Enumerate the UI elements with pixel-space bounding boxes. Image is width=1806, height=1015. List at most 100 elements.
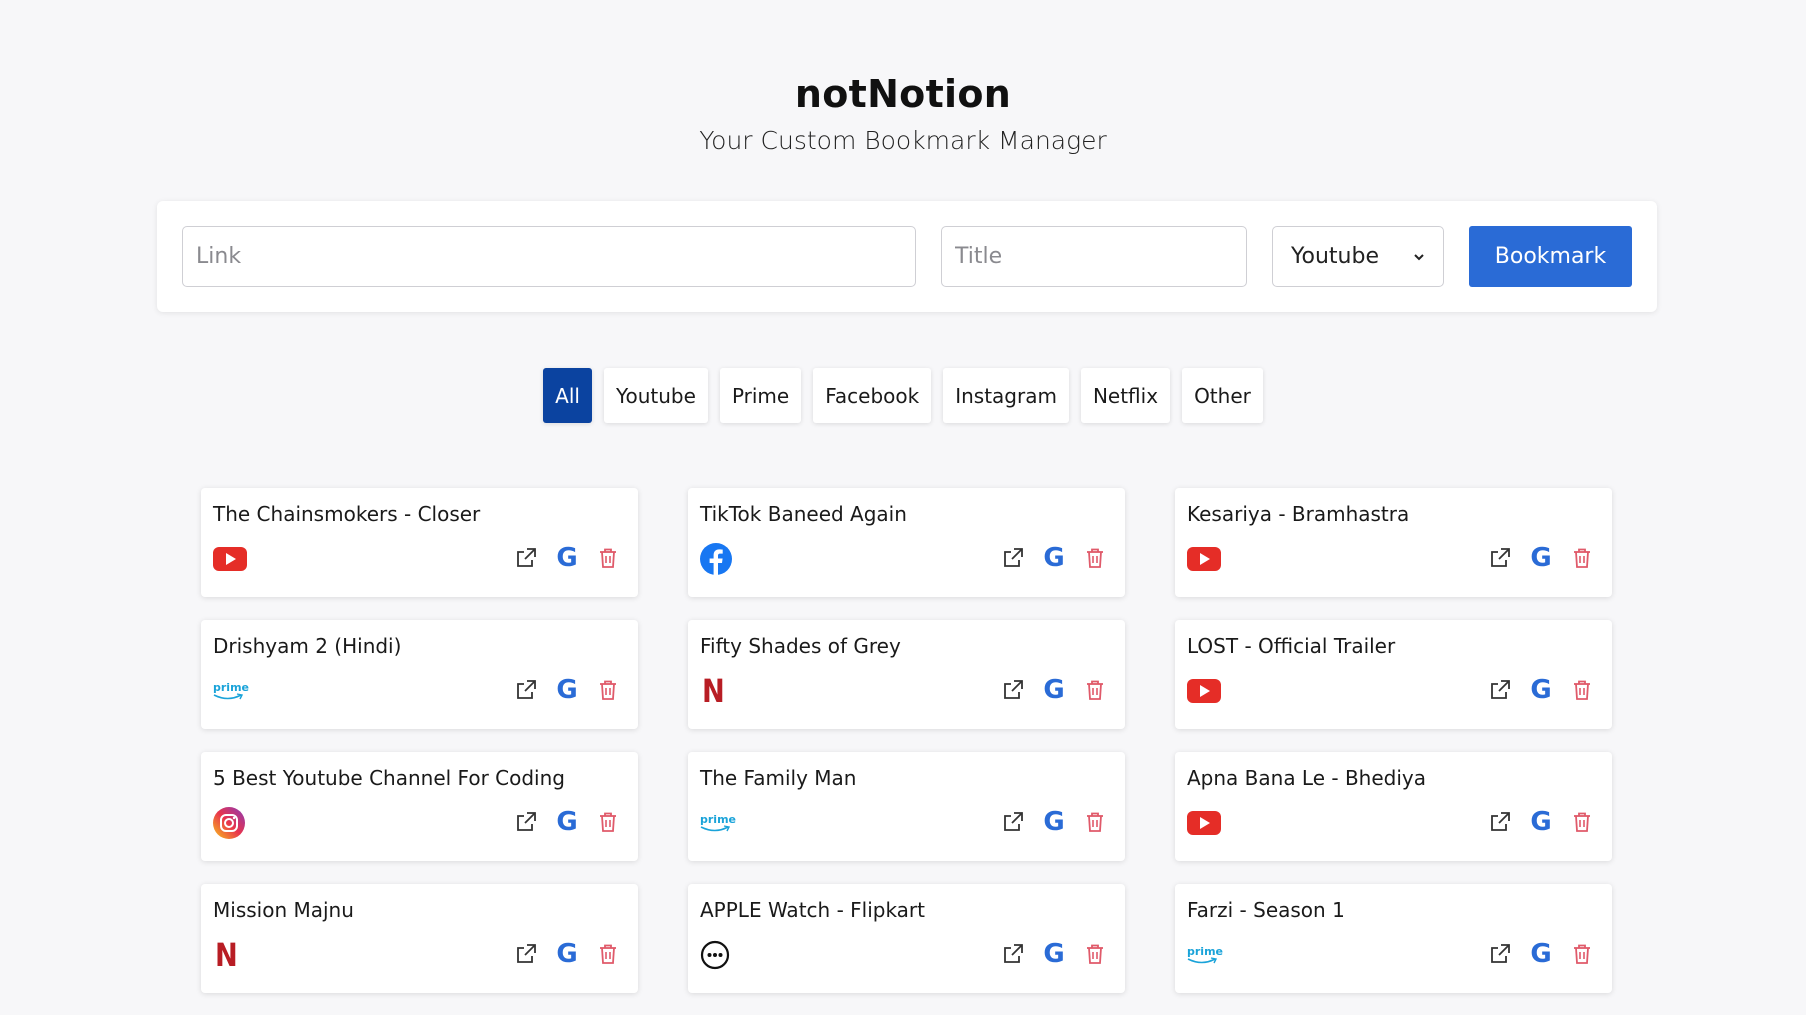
open-link-icon[interactable]: [514, 546, 538, 570]
delete-icon[interactable]: [1570, 810, 1594, 834]
open-link-icon[interactable]: [1001, 546, 1025, 570]
filter-instagram[interactable]: Instagram: [943, 368, 1069, 423]
delete-icon[interactable]: [1083, 942, 1107, 966]
open-link-icon[interactable]: [1001, 678, 1025, 702]
bookmark-title: TikTok Baneed Again: [700, 502, 907, 526]
open-link-icon[interactable]: [1488, 546, 1512, 570]
google-search-icon[interactable]: G: [1042, 807, 1066, 837]
chevron-down-icon: [1414, 253, 1424, 260]
bookmark-grid: The Chainsmokers - Closer G TikTok Baneed …: [201, 488, 1612, 993]
filter-netflix[interactable]: Netflix: [1080, 368, 1171, 423]
prime-icon: prime: [700, 807, 736, 839]
filter-youtube[interactable]: Youtube: [603, 368, 708, 423]
youtube-icon: [213, 543, 247, 575]
filter-prime[interactable]: Prime: [719, 368, 802, 423]
bookmark-title: Drishyam 2 (Hindi): [213, 634, 402, 658]
google-search-icon[interactable]: G: [1529, 675, 1553, 705]
bookmark-actions: G: [514, 939, 620, 969]
google-letter: G: [1043, 807, 1065, 837]
filter-other[interactable]: Other: [1182, 368, 1263, 423]
bookmark-title: The Chainsmokers - Closer: [213, 502, 481, 526]
bookmark-actions: G: [1001, 677, 1107, 703]
bookmark-title: Fifty Shades of Grey: [700, 634, 901, 658]
google-search-icon[interactable]: G: [555, 543, 579, 573]
google-search-icon[interactable]: G: [1529, 807, 1553, 837]
google-letter: G: [556, 807, 578, 837]
bookmark-card: Drishyam 2 (Hindi) prime G: [201, 620, 638, 729]
google-search-icon[interactable]: G: [1529, 545, 1553, 571]
bookmark-title: Apna Bana Le - Bhediya: [1187, 766, 1427, 790]
bookmark-card: APPLE Watch - Flipkart G: [688, 884, 1125, 993]
google-search-icon[interactable]: G: [1042, 545, 1066, 571]
bookmark-card: Mission Majnu N G: [201, 884, 638, 993]
facebook-icon: [700, 543, 734, 575]
bookmark-title: Farzi - Season 1: [1187, 898, 1345, 922]
netflix-letter: N: [215, 936, 238, 974]
open-link-icon[interactable]: [1001, 810, 1025, 834]
google-search-icon[interactable]: G: [1529, 939, 1553, 969]
delete-icon[interactable]: [1083, 810, 1107, 834]
google-letter: G: [556, 939, 578, 969]
bookmark-actions: G: [1488, 545, 1594, 571]
delete-icon[interactable]: [1083, 678, 1107, 702]
open-link-icon[interactable]: [514, 810, 538, 834]
bookmark-card: Farzi - Season 1 prime G: [1175, 884, 1612, 993]
youtube-icon: [1187, 543, 1221, 575]
open-link-icon[interactable]: [514, 942, 538, 966]
link-input[interactable]: [182, 226, 916, 287]
bookmark-actions: G: [1488, 939, 1594, 969]
bookmark-title: LOST - Official Trailer: [1187, 634, 1396, 658]
filter-facebook[interactable]: Facebook: [813, 368, 932, 423]
bookmark-title: 5 Best Youtube Channel For Coding: [213, 766, 565, 790]
google-search-icon[interactable]: G: [555, 939, 579, 969]
google-letter: G: [556, 543, 578, 573]
bookmark-card: The Family Man prime G: [688, 752, 1125, 861]
bookmark-title: Mission Majnu: [213, 898, 354, 922]
delete-icon[interactable]: [1570, 678, 1594, 702]
app-subtitle: Your Custom Bookmark Manager: [699, 126, 1107, 155]
delete-icon[interactable]: [596, 678, 620, 702]
youtube-icon: [1187, 807, 1221, 839]
delete-icon[interactable]: [1083, 546, 1107, 570]
open-link-icon[interactable]: [1488, 942, 1512, 966]
open-link-icon[interactable]: [1488, 810, 1512, 834]
delete-icon[interactable]: [596, 942, 620, 966]
bookmark-actions: G: [1001, 941, 1107, 967]
bookmark-actions: G: [1488, 675, 1594, 705]
netflix-letter: N: [702, 672, 725, 710]
delete-icon[interactable]: [1570, 942, 1594, 966]
header: notNotion Your Custom Bookmark Manager: [0, 0, 1806, 155]
prime-text: prime: [700, 812, 736, 826]
open-link-icon[interactable]: [1488, 678, 1512, 702]
bookmark-button[interactable]: Bookmark: [1469, 226, 1632, 287]
type-select-value: Youtube: [1291, 244, 1379, 269]
bookmark-actions: G: [514, 543, 620, 573]
prime-smile: [213, 692, 243, 699]
google-letter: G: [1530, 675, 1552, 705]
google-search-icon[interactable]: G: [555, 677, 579, 703]
bookmark-actions: G: [1488, 807, 1594, 837]
bookmark-actions: G: [514, 807, 620, 837]
prime-smile: [700, 824, 730, 831]
netflix-icon: N: [213, 939, 247, 971]
title-input[interactable]: [941, 226, 1247, 287]
bookmark-card: LOST - Official Trailer G: [1175, 620, 1612, 729]
bookmark-card: TikTok Baneed Again G: [688, 488, 1125, 597]
type-select[interactable]: Youtube: [1272, 226, 1444, 287]
bookmark-actions: G: [1001, 807, 1107, 837]
delete-icon[interactable]: [596, 546, 620, 570]
bookmark-card: 5 Best Youtube Channel For Coding G: [201, 752, 638, 861]
google-letter: G: [1530, 807, 1552, 837]
prime-smile: [1187, 956, 1217, 963]
delete-icon[interactable]: [1570, 546, 1594, 570]
google-letter: G: [1530, 939, 1552, 969]
bookmark-actions: G: [514, 677, 620, 703]
open-link-icon[interactable]: [1001, 942, 1025, 966]
google-search-icon[interactable]: G: [1042, 941, 1066, 967]
open-link-icon[interactable]: [514, 678, 538, 702]
google-search-icon[interactable]: G: [555, 807, 579, 837]
filter-all[interactable]: All: [543, 368, 592, 423]
prime-text: prime: [1187, 944, 1223, 958]
delete-icon[interactable]: [596, 810, 620, 834]
google-search-icon[interactable]: G: [1042, 677, 1066, 703]
